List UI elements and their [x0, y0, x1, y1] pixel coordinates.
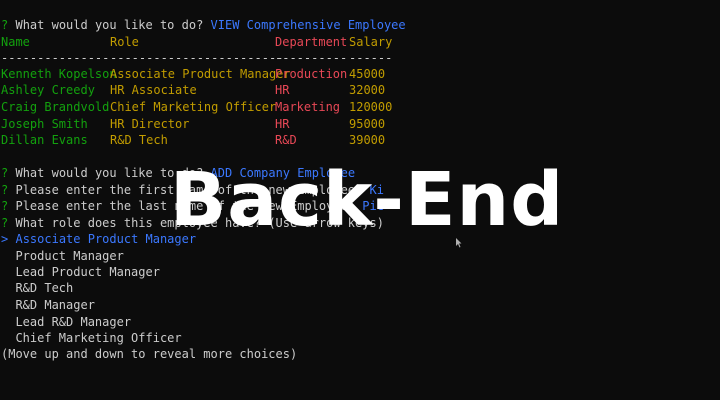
cell-salary: 95000 [349, 117, 386, 131]
role-choice[interactable]: Product Manager [1, 248, 124, 264]
cell-role: R&D Tech [110, 133, 168, 147]
role-choice[interactable]: R&D Tech [1, 280, 73, 296]
cell-role: HR Director [110, 117, 190, 131]
cell-name: Dillan Evans [1, 133, 88, 147]
cell-role: Chief Marketing Officer [110, 100, 277, 114]
choice-label: R&D Tech [15, 281, 74, 295]
cell-department: Marketing [275, 100, 341, 114]
table-row: Joseph Smith HR Director HR 95000 [1, 116, 720, 132]
cell-department: Production [275, 67, 348, 81]
cell-name: Joseph Smith [1, 117, 88, 131]
cell-name: Craig Brandvold [1, 100, 110, 114]
cell-department: HR [275, 83, 290, 97]
cell-salary: 39000 [349, 133, 386, 147]
table-row: Ashley Creedy HR Associate HR 32000 [1, 82, 720, 98]
cell-name: Kenneth Kopelson [1, 67, 117, 81]
cell-salary: 45000 [349, 67, 386, 81]
cell-role: HR Associate [110, 83, 197, 97]
table-row: Kenneth Kopelson Associate Product Manag… [1, 66, 720, 82]
choice-label: Lead R&D Manager [15, 315, 132, 329]
table-header: Name Role Department Salary [1, 34, 720, 50]
separator-name: --------------- [1, 51, 110, 65]
choice-label: Lead Product Manager [15, 265, 160, 279]
overlay-title: Back-End [169, 157, 565, 243]
choices-hint: (Move up and down to reveal more choices… [1, 347, 298, 361]
terminal-window[interactable]: ? What would you like to do? VIEW Compre… [0, 0, 720, 400]
cell-name: Ashley Creedy [1, 83, 95, 97]
prompt-answer: VIEW Comprehensive Employee [210, 18, 406, 32]
role-choice[interactable]: Lead R&D Manager [1, 314, 131, 330]
header-department: Department [275, 35, 348, 49]
prompt-marker: ? [1, 18, 9, 32]
cell-department: HR [275, 117, 290, 131]
prompt-question: What would you like to do? [15, 18, 204, 32]
cell-salary: 32000 [349, 83, 386, 97]
cell-role: Associate Product Manager [110, 67, 291, 81]
header-role: Role [110, 35, 139, 49]
prompt-line-view: ? What would you like to do? VIEW Compre… [1, 17, 406, 33]
header-name: Name [1, 35, 30, 49]
separator-department: ---------- [275, 51, 348, 65]
role-choice[interactable]: Chief Marketing Officer [1, 330, 182, 346]
header-salary: Salary [349, 35, 393, 49]
cell-salary: 120000 [349, 100, 393, 114]
table-row: Craig Brandvold Chief Marketing Officer … [1, 99, 720, 115]
choice-label: Chief Marketing Officer [15, 331, 182, 345]
table-row: Dillan Evans R&D Tech R&D 39000 [1, 132, 720, 148]
role-choice[interactable]: Lead Product Manager [1, 264, 160, 280]
cell-department: R&D [275, 133, 297, 147]
separator-role: ------------------------ [110, 51, 284, 65]
table-separator: --------------- ------------------------… [1, 50, 720, 66]
choice-label: Product Manager [15, 249, 124, 263]
mouse-pointer-icon [456, 238, 462, 248]
choice-label: R&D Manager [15, 298, 95, 312]
role-choice[interactable]: R&D Manager [1, 297, 95, 313]
separator-salary: ------ [349, 51, 393, 65]
